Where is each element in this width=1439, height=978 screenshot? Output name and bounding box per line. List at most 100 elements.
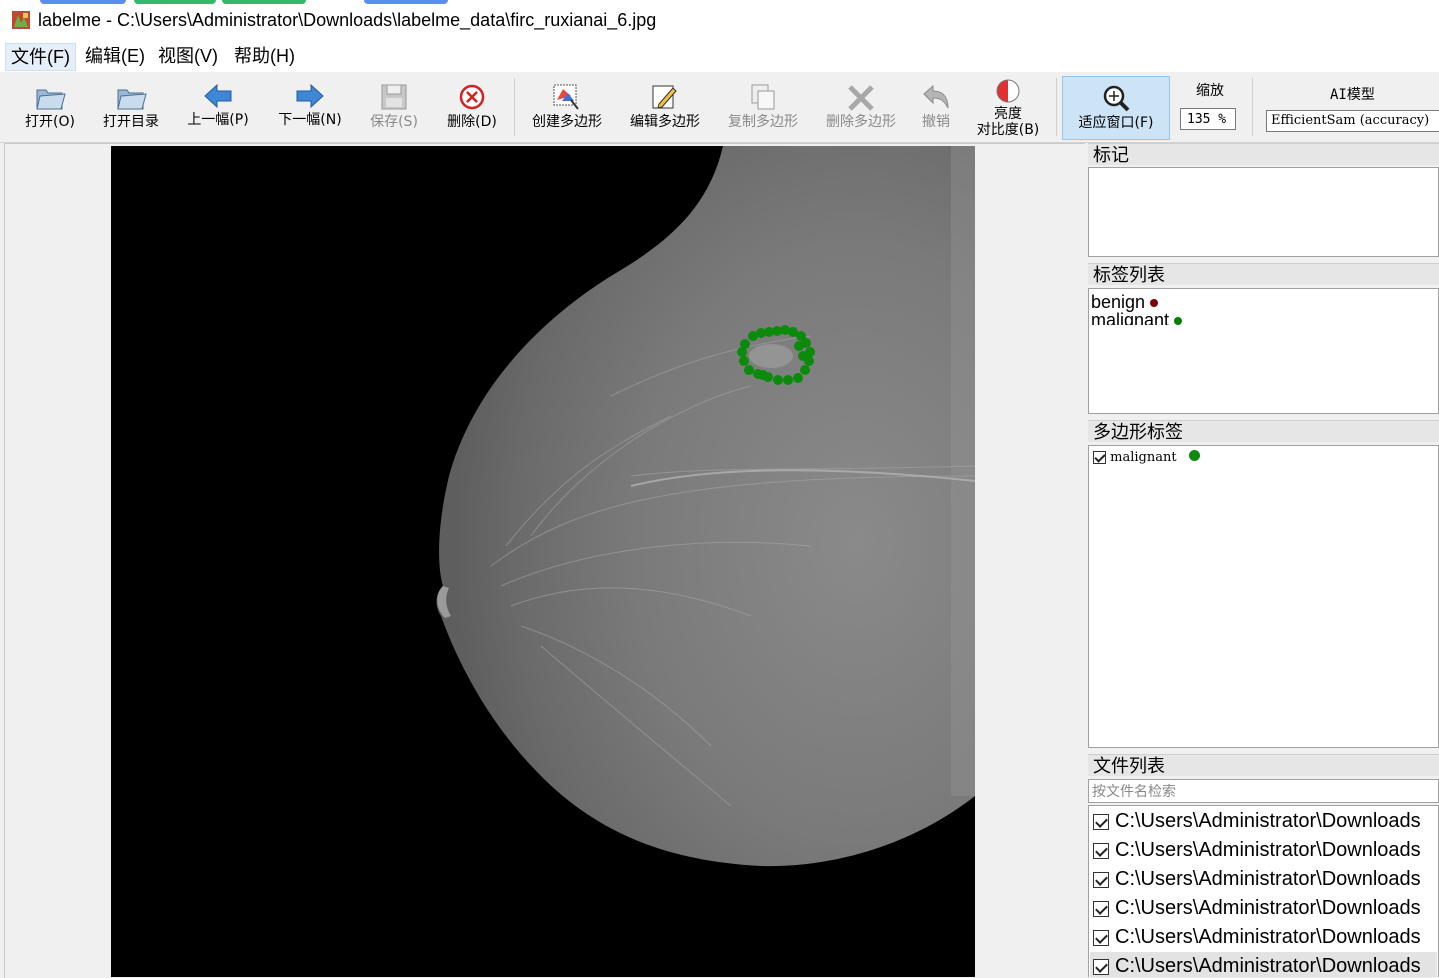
file-checkbox[interactable] bbox=[1093, 929, 1109, 946]
copy-icon bbox=[751, 84, 775, 110]
file-list-item[interactable]: C:\Users\Administrator\Downloads bbox=[1093, 865, 1421, 894]
brightness-label: 亮度 bbox=[994, 106, 1022, 122]
open-button[interactable]: 打开(O) bbox=[18, 76, 82, 138]
label-item-malignant[interactable]: malignant bbox=[1091, 311, 1183, 325]
polygon-label-name: malignant bbox=[1110, 450, 1177, 465]
file-list-dock-title: 文件列表 bbox=[1088, 754, 1439, 776]
arrow-right-icon bbox=[296, 83, 324, 109]
create-polygon-label: 创建多边形 bbox=[532, 114, 602, 130]
polygon-item[interactable]: malignant bbox=[1093, 450, 1200, 465]
open-directory-icon bbox=[117, 89, 147, 110]
menu-view[interactable]: 视图(V) bbox=[153, 43, 223, 69]
delete-polygon-label: 删除多边形 bbox=[826, 114, 896, 130]
label-item-benign[interactable]: benign bbox=[1091, 292, 1159, 312]
delete-polygon-button[interactable]: 删除多边形 bbox=[820, 76, 902, 138]
toolbar-separator bbox=[1252, 78, 1253, 136]
open-label: 打开(O) bbox=[25, 114, 75, 130]
file-search-input[interactable]: 按文件名检索 bbox=[1088, 779, 1439, 803]
menu-help[interactable]: 帮助(H) bbox=[229, 43, 300, 69]
undo-button[interactable]: 撤销 bbox=[914, 76, 958, 138]
open-dir-label: 打开目录 bbox=[103, 114, 159, 130]
prev-label: 上一幅(P) bbox=[187, 112, 249, 128]
delete-circle-icon bbox=[459, 84, 485, 110]
polygon-color-dot bbox=[1188, 450, 1200, 461]
taskbar-tab bbox=[222, 0, 306, 4]
taskbar-tab bbox=[364, 0, 448, 4]
save-button[interactable]: 保存(S) bbox=[364, 76, 424, 138]
file-list-item[interactable]: C:\Users\Administrator\Downloads bbox=[1093, 836, 1421, 865]
file-list-item[interactable]: C:\Users\Administrator\Downloads bbox=[1093, 807, 1421, 836]
label-color-dot bbox=[1150, 299, 1159, 308]
file-path: C:\Users\Administrator\Downloads bbox=[1115, 897, 1421, 919]
brightness-contrast-icon bbox=[996, 79, 1020, 103]
file-list[interactable]: C:\Users\Administrator\Downloads C:\User… bbox=[1088, 805, 1439, 977]
cross-icon bbox=[848, 85, 874, 111]
polygon-labels-dock: 多边形标签 malignant bbox=[1088, 420, 1439, 750]
ai-model-label: AI模型 bbox=[1330, 87, 1375, 103]
menu-bar: 文件(F) 编辑(E) 视图(V) 帮助(H) bbox=[0, 40, 1439, 72]
file-path: C:\Users\Administrator\Downloads bbox=[1115, 810, 1421, 832]
floppy-disk-icon bbox=[381, 84, 407, 110]
create-polygon-icon bbox=[553, 84, 579, 110]
zoom-spinbox[interactable]: 135 % bbox=[1180, 108, 1236, 130]
next-image-button[interactable]: 下一幅(N) bbox=[274, 76, 346, 138]
edit-pencil-icon bbox=[652, 85, 677, 109]
labelme-app-icon bbox=[12, 11, 30, 29]
zoom-label: 缩放 bbox=[1196, 83, 1224, 99]
label-name: malignant bbox=[1091, 311, 1170, 325]
label-list[interactable]: benign malignant bbox=[1088, 288, 1439, 414]
flags-list[interactable] bbox=[1088, 167, 1439, 257]
duplicate-polygon-label: 复制多边形 bbox=[728, 114, 798, 130]
open-folder-icon bbox=[36, 89, 66, 110]
file-path: C:\Users\Administrator\Downloads bbox=[1115, 926, 1421, 948]
undo-label: 撤销 bbox=[922, 114, 950, 130]
menu-edit[interactable]: 编辑(E) bbox=[80, 43, 150, 69]
save-label: 保存(S) bbox=[370, 114, 418, 130]
polygon-list[interactable]: malignant bbox=[1088, 445, 1439, 748]
arrow-left-icon bbox=[204, 83, 232, 109]
polygon-labels-dock-title: 多边形标签 bbox=[1088, 420, 1439, 442]
fit-window-label: 适应窗口(F) bbox=[1078, 115, 1154, 131]
flags-dock-title: 标记 bbox=[1088, 143, 1439, 165]
create-polygon-button[interactable]: 创建多边形 bbox=[526, 76, 608, 138]
label-list-dock: 标签列表 benign malignant bbox=[1088, 263, 1439, 418]
fit-window-button[interactable]: 适应窗口(F) bbox=[1062, 76, 1170, 140]
file-path: C:\Users\Administrator\Downloads bbox=[1115, 955, 1421, 977]
edit-polygon-button[interactable]: 编辑多边形 bbox=[624, 76, 706, 138]
next-label: 下一幅(N) bbox=[278, 112, 342, 128]
taskbar-tab bbox=[40, 0, 126, 4]
ai-model-select[interactable]: EfficientSam (accuracy) bbox=[1266, 110, 1439, 132]
file-path: C:\Users\Administrator\Downloads bbox=[1115, 868, 1421, 890]
file-checkbox[interactable] bbox=[1093, 842, 1109, 859]
open-dir-button[interactable]: 打开目录 bbox=[98, 76, 164, 138]
duplicate-polygon-button[interactable]: 复制多边形 bbox=[722, 76, 804, 138]
delete-label: 删除(D) bbox=[447, 114, 497, 130]
title-bar: labelme - C:\Users\Administrator\Downloa… bbox=[0, 0, 1439, 40]
mammogram-image[interactable] bbox=[111, 146, 975, 977]
delete-file-button[interactable]: 删除(D) bbox=[442, 76, 502, 138]
contrast-label: 对比度(B) bbox=[976, 122, 1040, 138]
taskbar-tab bbox=[134, 0, 216, 4]
toolbar-separator bbox=[514, 78, 515, 136]
file-checkbox[interactable] bbox=[1093, 900, 1109, 917]
window-title: labelme - C:\Users\Administrator\Downloa… bbox=[38, 10, 657, 30]
file-checkbox[interactable] bbox=[1093, 958, 1109, 975]
file-list-dock: 文件列表 按文件名检索 C:\Users\Administrator\Downl… bbox=[1088, 754, 1439, 977]
file-checkbox[interactable] bbox=[1093, 813, 1109, 830]
file-list-item[interactable]: C:\Users\Administrator\Downloads bbox=[1093, 894, 1421, 923]
menu-file[interactable]: 文件(F) bbox=[5, 43, 76, 71]
file-list-item-selected[interactable]: C:\Users\Administrator\Downloads bbox=[1090, 952, 1437, 977]
label-name: benign bbox=[1091, 292, 1146, 312]
file-checkbox[interactable] bbox=[1093, 871, 1109, 888]
label-list-dock-title: 标签列表 bbox=[1088, 263, 1439, 285]
undo-arrow-icon bbox=[923, 84, 949, 109]
flags-dock: 标记 bbox=[1088, 143, 1439, 263]
zoom-fit-icon bbox=[1103, 85, 1130, 112]
brightness-contrast-button[interactable]: 亮度 对比度(B) bbox=[970, 76, 1046, 138]
file-path: C:\Users\Administrator\Downloads bbox=[1115, 839, 1421, 861]
image-canvas bbox=[111, 146, 975, 977]
polygon-visibility-checkbox[interactable] bbox=[1093, 451, 1106, 464]
prev-image-button[interactable]: 上一幅(P) bbox=[182, 76, 254, 138]
edit-polygon-label: 编辑多边形 bbox=[630, 114, 700, 130]
file-list-item[interactable]: C:\Users\Administrator\Downloads bbox=[1093, 923, 1421, 952]
